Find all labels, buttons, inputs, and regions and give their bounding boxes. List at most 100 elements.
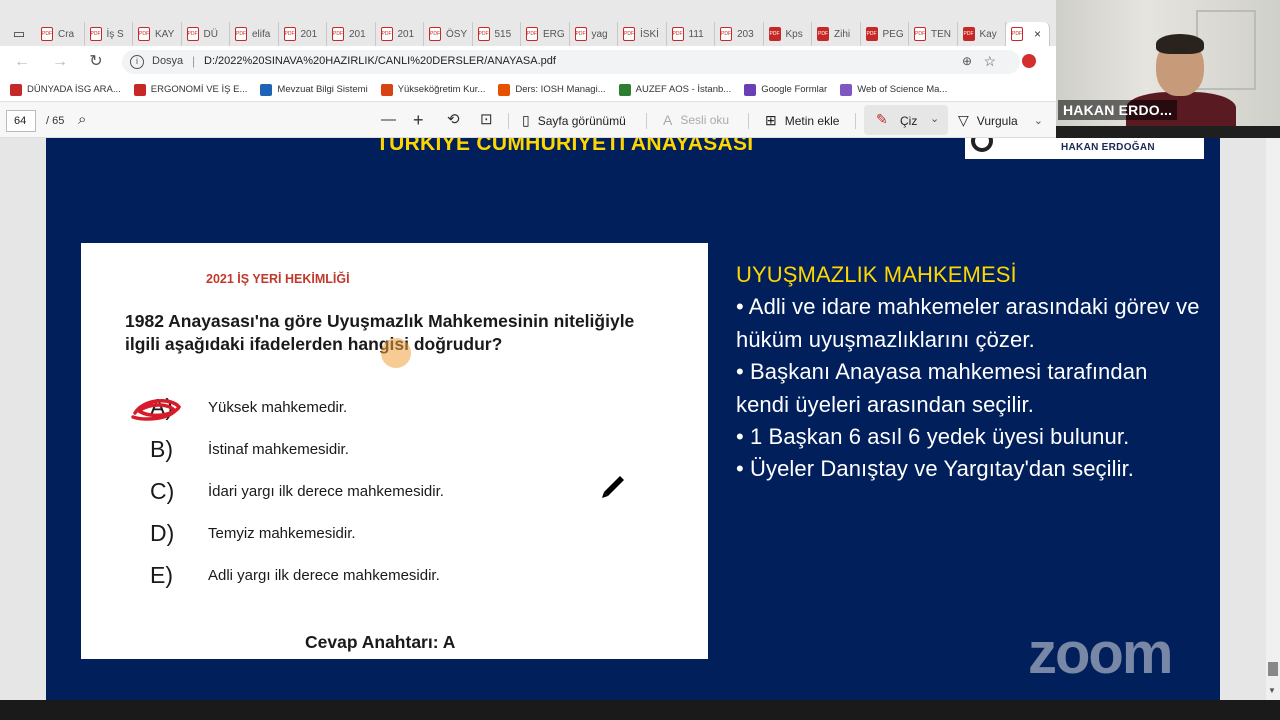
browser-tab[interactable]: PDF 515 [473, 22, 521, 46]
bookmark-favicon-icon [498, 83, 511, 96]
extension-icon[interactable] [1022, 54, 1036, 68]
zoom-in-icon[interactable]: + [413, 111, 424, 129]
highlight-button[interactable]: ▽ Vurgula ⌄ [958, 112, 1043, 129]
add-text-button[interactable]: ⊞ Metin ekle [765, 112, 839, 129]
bookmark-item[interactable]: AUZEF AOS - İstanb... [618, 83, 731, 96]
option-letter: B) [150, 436, 173, 462]
browser-tab[interactable]: PDF 111 [667, 22, 715, 46]
pdf-file-icon: PDF [138, 27, 150, 41]
bookmarks-bar: DÜNYADA İSG ARA... ERGONOMİ VE İŞ E... Mev… [0, 78, 1056, 102]
pdf-file-icon: PDF [235, 27, 247, 41]
tab-label: 201 [349, 28, 366, 40]
zoom-icon[interactable]: ⊕ [962, 54, 972, 68]
note-bullet: • Adli ve idare mahkemeler arasındaki gö… [736, 294, 1200, 352]
chevron-down-icon[interactable]: ⌄ [930, 112, 939, 125]
pdf-file-icon: PDF [817, 27, 829, 41]
browser-tab[interactable]: PDF Kps [764, 22, 812, 46]
toolbar-divider [748, 113, 749, 129]
bookmark-item[interactable]: Mevzuat Bilgi Sistemi [260, 83, 368, 96]
tab-actions-icon[interactable]: ▭ [8, 24, 30, 44]
participant-video[interactable]: HAKAN ERDO... [1056, 0, 1280, 126]
page-view-label: Sayfa görünümü [537, 113, 626, 128]
bookmark-favicon-icon [133, 83, 146, 96]
logo: HAKAN ERDOĞAN [965, 138, 1204, 159]
search-icon[interactable]: ⌕ [78, 111, 86, 129]
page-view-button[interactable]: ▯ Sayfa görünümü [522, 112, 626, 129]
pdf-file-icon: PDF [623, 27, 635, 41]
close-icon[interactable]: × [1034, 27, 1041, 41]
chevron-down-icon[interactable]: ⌄ [1034, 114, 1043, 127]
browser-tab[interactable]: PDF 201 [376, 22, 424, 46]
pen-icon: ✎ [876, 111, 888, 127]
bookmark-item[interactable]: ERGONOMİ VE İŞ E... [133, 83, 247, 96]
tab-label: İSKİ [640, 28, 659, 40]
bookmark-item[interactable]: Ders: IOSH Managi... [498, 83, 606, 96]
browser-tab[interactable]: PDF Kay [958, 22, 1006, 46]
browser-tab[interactable]: PDF Cra [36, 22, 85, 46]
tab-label: ERG [543, 28, 565, 40]
browser-tab[interactable]: PDF KAY [133, 22, 182, 46]
bookmark-favicon-icon [840, 83, 853, 96]
notes-bullets: • Adli ve idare mahkemeler arasındaki gö… [736, 291, 1206, 485]
pdf-file-icon: PDF [186, 27, 199, 41]
bookmark-item[interactable]: DÜNYADA İSG ARA... [10, 83, 121, 96]
pdf-file-icon: PDF [865, 27, 878, 41]
option-text: Yüksek mahkemedir. [208, 399, 348, 416]
option-letter: D) [150, 520, 175, 546]
pdf-file-icon: PDF [429, 27, 441, 41]
browser-tab[interactable]: PDF DÜ [182, 22, 230, 46]
pdf-file-icon: PDF [1011, 27, 1023, 41]
browser-tab[interactable]: PDF İSKİ [618, 22, 667, 46]
address-bar[interactable]: i Dosya | D:/2022%20SINAVA%20HAZIRLIK/CA… [122, 50, 1020, 74]
browser-tab[interactable]: PDF ÖSY [424, 22, 473, 46]
bookmark-label: Mevzuat Bilgi Sistemi [277, 84, 368, 95]
pdf-file-icon: PDF [380, 27, 393, 41]
tab-label: 515 [494, 28, 512, 40]
page-total: / 65 [46, 115, 65, 127]
refresh-icon[interactable]: ↻ [86, 52, 106, 72]
bookmark-item[interactable]: Google Formlar [744, 83, 828, 96]
toolbar-divider [855, 113, 856, 129]
protocol-label: Dosya [152, 55, 184, 67]
bookmark-label: Ders: IOSH Managi... [515, 84, 606, 95]
bookmark-item[interactable]: Web of Science Ma... [840, 83, 947, 96]
browser-tab[interactable]: PDF TEN [909, 22, 958, 46]
tab-label: KAY [155, 28, 175, 40]
bookmark-item[interactable]: Yükseköğretim Kur... [380, 83, 485, 96]
pdf-file-icon: PDF [41, 27, 53, 41]
browser-tab[interactable]: PDF yag [570, 22, 618, 46]
pdf-file-icon: PDF [574, 27, 587, 41]
back-icon[interactable]: ← [12, 52, 32, 72]
favorite-icon[interactable]: ☆ [983, 53, 996, 70]
info-icon[interactable]: i [130, 55, 144, 69]
scrollbar[interactable]: ▼ [1266, 138, 1280, 700]
browser-tab[interactable]: PDF elifa [230, 22, 279, 46]
answer-key: Cevap Anahtarı: A [305, 632, 456, 652]
forward-icon[interactable]: → [50, 52, 70, 72]
bookmark-favicon-icon [744, 83, 757, 96]
zoom-out-icon[interactable]: — [381, 111, 396, 129]
bookmark-label: Google Formlar [761, 84, 828, 95]
browser-tab[interactable]: PDF İş S [85, 22, 133, 46]
text-box-icon: ⊞ [765, 112, 777, 128]
fit-page-icon[interactable]: ⊡ [480, 111, 493, 129]
active-browser-tab[interactable]: PDF × [1006, 22, 1050, 46]
page-number-input[interactable]: 64 [6, 110, 36, 132]
read-aloud-button[interactable]: A Sesli oku [663, 112, 729, 128]
browser-tab[interactable]: PDF Zihi [812, 22, 861, 46]
scroll-down-icon[interactable]: ▼ [1268, 686, 1276, 695]
address-url[interactable]: D:/2022%20SINAVA%20HAZIRLIK/CANLI%20DERS… [204, 55, 556, 67]
browser-tab[interactable]: PDF 201 [279, 22, 327, 46]
browser-tab[interactable]: PDF PEG [861, 22, 909, 46]
browser-tab[interactable]: PDF 201 [327, 22, 376, 46]
book-icon: ▯ [522, 112, 530, 128]
draw-label: Çiz [900, 114, 918, 128]
tab-label: PEG [882, 28, 904, 40]
pdf-file-icon: PDF [526, 27, 538, 41]
scroll-thumb[interactable] [1268, 662, 1278, 676]
browser-tab[interactable]: PDF 203 [715, 22, 764, 46]
browser-tab[interactable]: PDF ERG [521, 22, 570, 46]
option-text: Adli yargı ilk derece mahkemesidir. [208, 567, 440, 584]
draw-button[interactable]: ✎ Çiz ⌄ [864, 105, 948, 135]
rotate-icon[interactable]: ⟲ [447, 111, 460, 129]
